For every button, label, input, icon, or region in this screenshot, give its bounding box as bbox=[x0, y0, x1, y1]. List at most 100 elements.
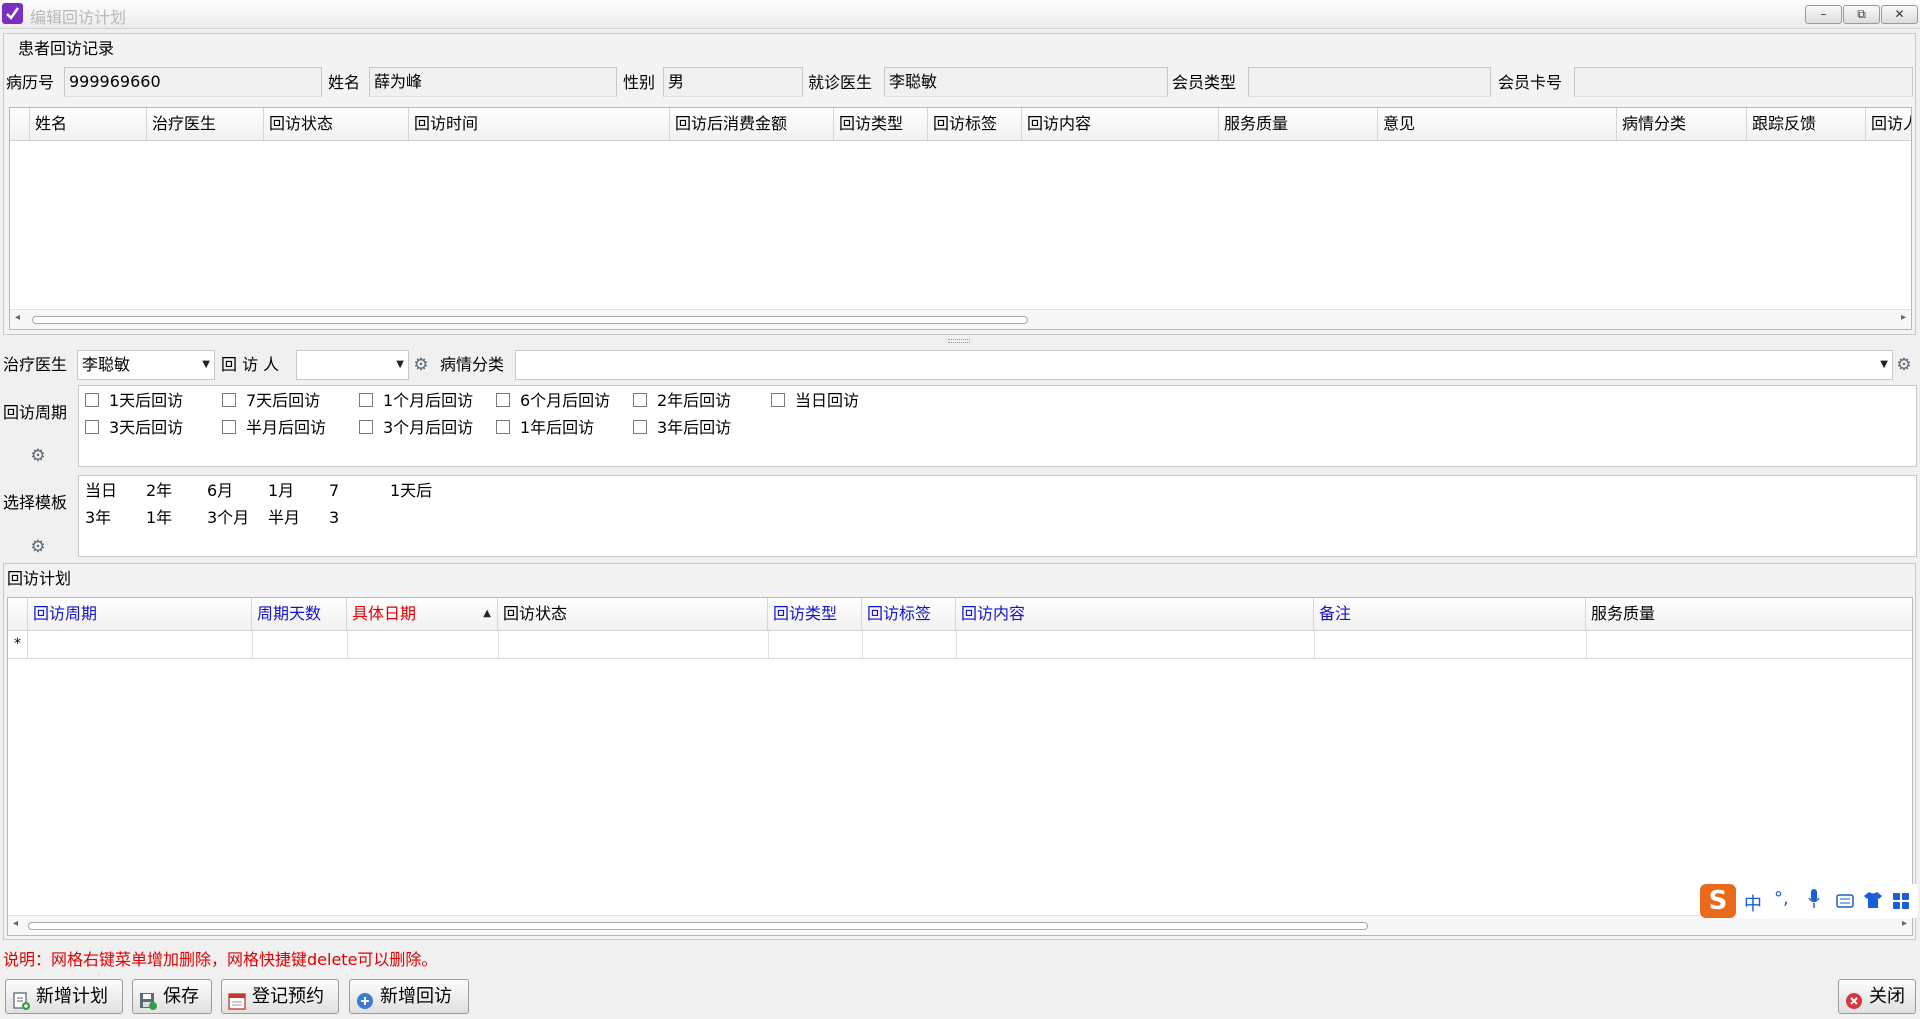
ime-lang-toggle[interactable]: 中 bbox=[1744, 890, 1762, 916]
template-item[interactable]: 3个月 bbox=[207, 507, 249, 529]
col-header[interactable]: 病情分类 bbox=[1617, 108, 1747, 140]
gear-icon[interactable]: ⚙ bbox=[1895, 356, 1913, 374]
template-item[interactable]: 3年 bbox=[85, 507, 111, 529]
col-header[interactable]: 回访内容 bbox=[1022, 108, 1219, 140]
plan-grid[interactable]: 回访周期 周期天数 具体日期 ▲ 回访状态 回访类型 回访标签 回访内容 备注 服… bbox=[7, 597, 1913, 936]
col-header[interactable]: 回访内容 bbox=[956, 598, 1314, 630]
col-header[interactable]: 回访状态 bbox=[498, 598, 768, 630]
col-header[interactable]: 备注 bbox=[1314, 598, 1586, 630]
gear-icon[interactable]: ⚙ bbox=[29, 538, 47, 556]
col-header[interactable]: 服务质量 bbox=[1219, 108, 1378, 140]
template-item[interactable]: 1年 bbox=[146, 507, 172, 529]
sogou-logo-icon[interactable]: S bbox=[1700, 884, 1736, 918]
checkbox-icon[interactable] bbox=[359, 392, 373, 407]
col-header[interactable]: 姓名 bbox=[30, 108, 147, 140]
checkbox-icon[interactable] bbox=[85, 419, 99, 434]
cycle-checkbox[interactable]: 7天后回访 bbox=[222, 390, 320, 412]
splitter-handle[interactable] bbox=[948, 339, 970, 343]
template-item[interactable]: 1天后 bbox=[390, 480, 432, 502]
col-header[interactable]: 回访类型 bbox=[768, 598, 862, 630]
restore-button[interactable]: ⧉ bbox=[1843, 5, 1880, 24]
template-item[interactable]: 2年 bbox=[146, 480, 172, 502]
cycle-checkbox[interactable]: 6个月后回访 bbox=[496, 390, 610, 412]
ime-punct-toggle[interactable]: °, bbox=[1774, 888, 1789, 909]
close-button[interactable]: 关闭 bbox=[1838, 979, 1916, 1014]
col-header[interactable]: 意见 bbox=[1378, 108, 1617, 140]
cycle-checkbox[interactable]: 半月后回访 bbox=[222, 417, 326, 439]
checkbox-icon[interactable] bbox=[496, 392, 510, 407]
chevron-down-icon[interactable]: ▼ bbox=[1880, 351, 1888, 379]
checkbox-icon[interactable] bbox=[222, 392, 236, 407]
checkbox-icon[interactable] bbox=[222, 419, 236, 434]
cycle-checkbox[interactable]: 1个月后回访 bbox=[359, 390, 473, 412]
col-header[interactable]: 回访标签 bbox=[862, 598, 956, 630]
col-header[interactable]: 回访状态 bbox=[264, 108, 409, 140]
gear-icon[interactable]: ⚙ bbox=[412, 356, 430, 374]
cycle-checkbox[interactable]: 1天后回访 bbox=[85, 390, 183, 412]
template-item[interactable]: 1月 bbox=[268, 480, 294, 502]
member-type-field[interactable] bbox=[1248, 67, 1491, 97]
scroll-thumb[interactable] bbox=[28, 922, 1368, 930]
new-plan-button[interactable]: 新增计划 bbox=[5, 979, 123, 1014]
col-header[interactable]: 回访后消费金额 bbox=[670, 108, 834, 140]
record-grid[interactable]: 姓名 治疗医生 回访状态 回访时间 回访后消费金额 回访类型 回访标签 回访内容… bbox=[9, 107, 1912, 330]
plan-grid-hscrollbar[interactable]: ◂ ▸ bbox=[8, 915, 1912, 935]
gender-field[interactable]: 男 bbox=[663, 67, 803, 97]
col-header[interactable]: 服务质量 bbox=[1586, 598, 1912, 630]
scroll-left-icon[interactable]: ◂ bbox=[15, 312, 20, 323]
microphone-icon[interactable] bbox=[1808, 889, 1820, 909]
col-header[interactable]: 回访人 bbox=[1866, 108, 1911, 140]
skin-shirt-icon[interactable] bbox=[1864, 892, 1882, 908]
chevron-down-icon[interactable]: ▼ bbox=[202, 351, 210, 379]
gear-icon[interactable]: ⚙ bbox=[29, 447, 47, 465]
sort-ascending-icon[interactable]: ▲ bbox=[483, 598, 491, 630]
toolbox-grid-icon[interactable] bbox=[1892, 892, 1910, 910]
col-header[interactable]: 回访标签 bbox=[928, 108, 1022, 140]
template-item[interactable]: 半月 bbox=[268, 507, 300, 529]
template-item[interactable]: 3 bbox=[329, 507, 339, 529]
new-visit-button[interactable]: 新增回访 bbox=[349, 979, 469, 1014]
visitor-select[interactable]: ▼ bbox=[296, 350, 409, 380]
scroll-left-icon[interactable]: ◂ bbox=[13, 918, 18, 929]
cycle-checkbox[interactable]: 3天后回访 bbox=[85, 417, 183, 439]
cycle-checkbox[interactable]: 3个月后回访 bbox=[359, 417, 473, 439]
keyboard-icon[interactable] bbox=[1836, 893, 1854, 908]
chevron-down-icon[interactable]: ▼ bbox=[396, 351, 404, 379]
checkbox-icon[interactable] bbox=[633, 419, 647, 434]
cycle-checkbox[interactable]: 2年后回访 bbox=[633, 390, 731, 412]
treat-doctor-select[interactable]: 李聪敏 ▼ bbox=[77, 350, 215, 380]
template-item[interactable]: 7 bbox=[329, 480, 339, 502]
template-item[interactable]: 当日 bbox=[85, 480, 117, 502]
checkbox-icon[interactable] bbox=[85, 392, 99, 407]
col-header-sorted[interactable]: 具体日期 ▲ bbox=[347, 598, 498, 630]
col-header[interactable]: 周期天数 bbox=[252, 598, 347, 630]
checkbox-icon[interactable] bbox=[359, 419, 373, 434]
checkbox-icon[interactable] bbox=[771, 392, 785, 407]
checkbox-icon[interactable] bbox=[633, 392, 647, 407]
col-header[interactable]: 回访周期 bbox=[28, 598, 252, 630]
scroll-right-icon[interactable]: ▸ bbox=[1901, 312, 1906, 323]
scroll-right-icon[interactable]: ▸ bbox=[1902, 918, 1907, 929]
col-header[interactable]: 治疗医生 bbox=[147, 108, 264, 140]
cycle-checkbox[interactable]: 1年后回访 bbox=[496, 417, 594, 439]
col-header[interactable]: 跟踪反馈 bbox=[1747, 108, 1866, 140]
register-appointment-button[interactable]: 登记预约 bbox=[221, 979, 339, 1014]
col-header[interactable]: 回访时间 bbox=[409, 108, 670, 140]
scroll-thumb[interactable] bbox=[32, 316, 1028, 324]
minimize-button[interactable]: – bbox=[1805, 5, 1842, 24]
cycle-checkbox[interactable]: 当日回访 bbox=[771, 390, 859, 412]
attending-doctor-field[interactable]: 李聪敏 bbox=[884, 67, 1168, 97]
checkbox-icon[interactable] bbox=[496, 419, 510, 434]
member-card-field[interactable] bbox=[1574, 67, 1913, 97]
category-select[interactable]: ▼ bbox=[515, 350, 1893, 380]
cycle-checkbox[interactable]: 3年后回访 bbox=[633, 417, 731, 439]
save-button[interactable]: 保存 bbox=[132, 979, 212, 1014]
case-number-field[interactable]: 999969660 bbox=[64, 67, 322, 97]
record-grid-hscrollbar[interactable]: ◂ ▸ bbox=[10, 309, 1911, 329]
new-row[interactable]: * bbox=[8, 631, 1912, 659]
template-item[interactable]: 6月 bbox=[207, 480, 233, 502]
cell-divider bbox=[498, 631, 499, 658]
col-header[interactable]: 回访类型 bbox=[834, 108, 928, 140]
name-field[interactable]: 薛为峰 bbox=[369, 67, 617, 97]
close-window-button[interactable]: ✕ bbox=[1881, 5, 1918, 24]
